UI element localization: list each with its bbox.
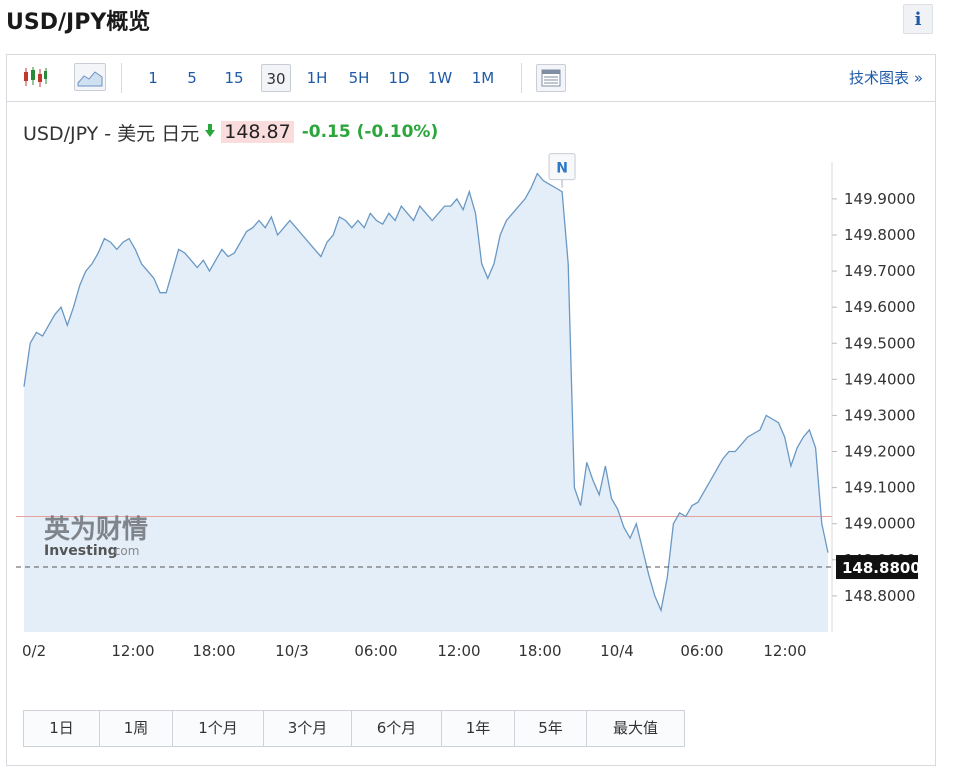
y-tick-label: 149.2000 bbox=[844, 443, 916, 461]
x-tick-label: 18:00 bbox=[518, 642, 561, 660]
y-tick-label: 149.9000 bbox=[844, 190, 916, 208]
x-tick-label: 10/3 bbox=[275, 642, 309, 660]
watermark-brand-suffix: .com bbox=[110, 544, 139, 558]
news-marker-label[interactable]: N bbox=[556, 161, 568, 177]
price-chart: 148.8000148.9000149.0000149.1000149.2000… bbox=[12, 153, 921, 660]
x-tick-label: 0/2 bbox=[22, 642, 46, 660]
y-tick-label: 149.1000 bbox=[844, 479, 916, 497]
y-tick-label: 149.0000 bbox=[844, 515, 916, 533]
x-tick-label: 12:00 bbox=[111, 642, 154, 660]
watermark-brand-en: Investing bbox=[44, 543, 118, 559]
watermark-brand-cn: 英为财情 bbox=[44, 515, 148, 545]
y-tick-label: 149.5000 bbox=[844, 334, 916, 352]
y-tick-label: 149.7000 bbox=[844, 262, 916, 280]
last-price-label: 148.8800 bbox=[842, 559, 921, 577]
x-tick-label: 06:00 bbox=[354, 642, 397, 660]
y-tick-label: 149.8000 bbox=[844, 226, 916, 244]
x-tick-label: 18:00 bbox=[192, 642, 235, 660]
x-tick-label: 12:00 bbox=[437, 642, 480, 660]
x-tick-label: 06:00 bbox=[680, 642, 723, 660]
y-tick-label: 149.6000 bbox=[844, 298, 916, 316]
y-tick-label: 149.3000 bbox=[844, 406, 916, 424]
y-tick-label: 148.8000 bbox=[844, 587, 916, 605]
x-tick-label: 10/4 bbox=[600, 642, 634, 660]
y-tick-label: 149.4000 bbox=[844, 370, 916, 388]
x-tick-label: 12:00 bbox=[763, 642, 806, 660]
